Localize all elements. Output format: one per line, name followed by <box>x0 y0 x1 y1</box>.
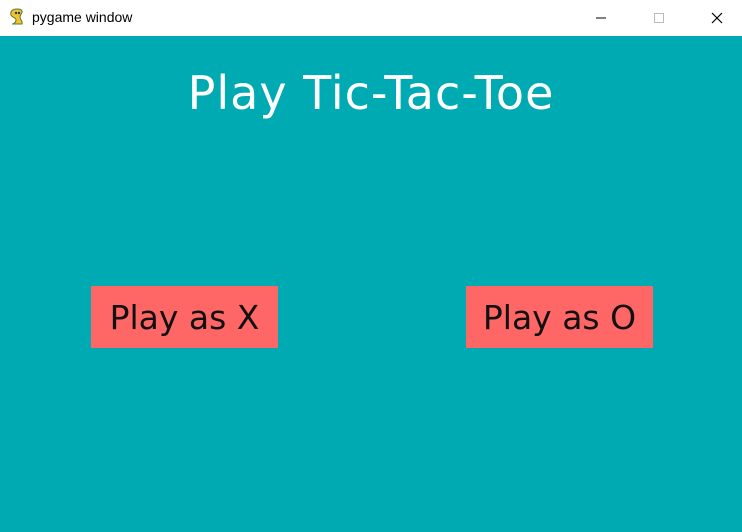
game-canvas: Play Tic-Tac-Toe Play as X Play as O <box>0 36 742 532</box>
pygame-snake-icon <box>8 8 26 26</box>
maximize-icon <box>653 9 665 28</box>
minimize-icon <box>595 9 607 28</box>
app-window: pygame window Play Tic-Tac-Toe Play as X… <box>0 0 742 532</box>
title-bar[interactable]: pygame window <box>0 0 742 36</box>
maximize-button[interactable] <box>630 0 687 36</box>
window-title: pygame window <box>32 9 133 25</box>
close-icon <box>711 9 723 28</box>
play-as-o-button[interactable]: Play as O <box>466 286 653 348</box>
game-heading: Play Tic-Tac-Toe <box>187 66 555 120</box>
minimize-button[interactable] <box>572 0 629 36</box>
play-as-x-button[interactable]: Play as X <box>91 286 278 348</box>
close-button[interactable] <box>688 0 742 36</box>
